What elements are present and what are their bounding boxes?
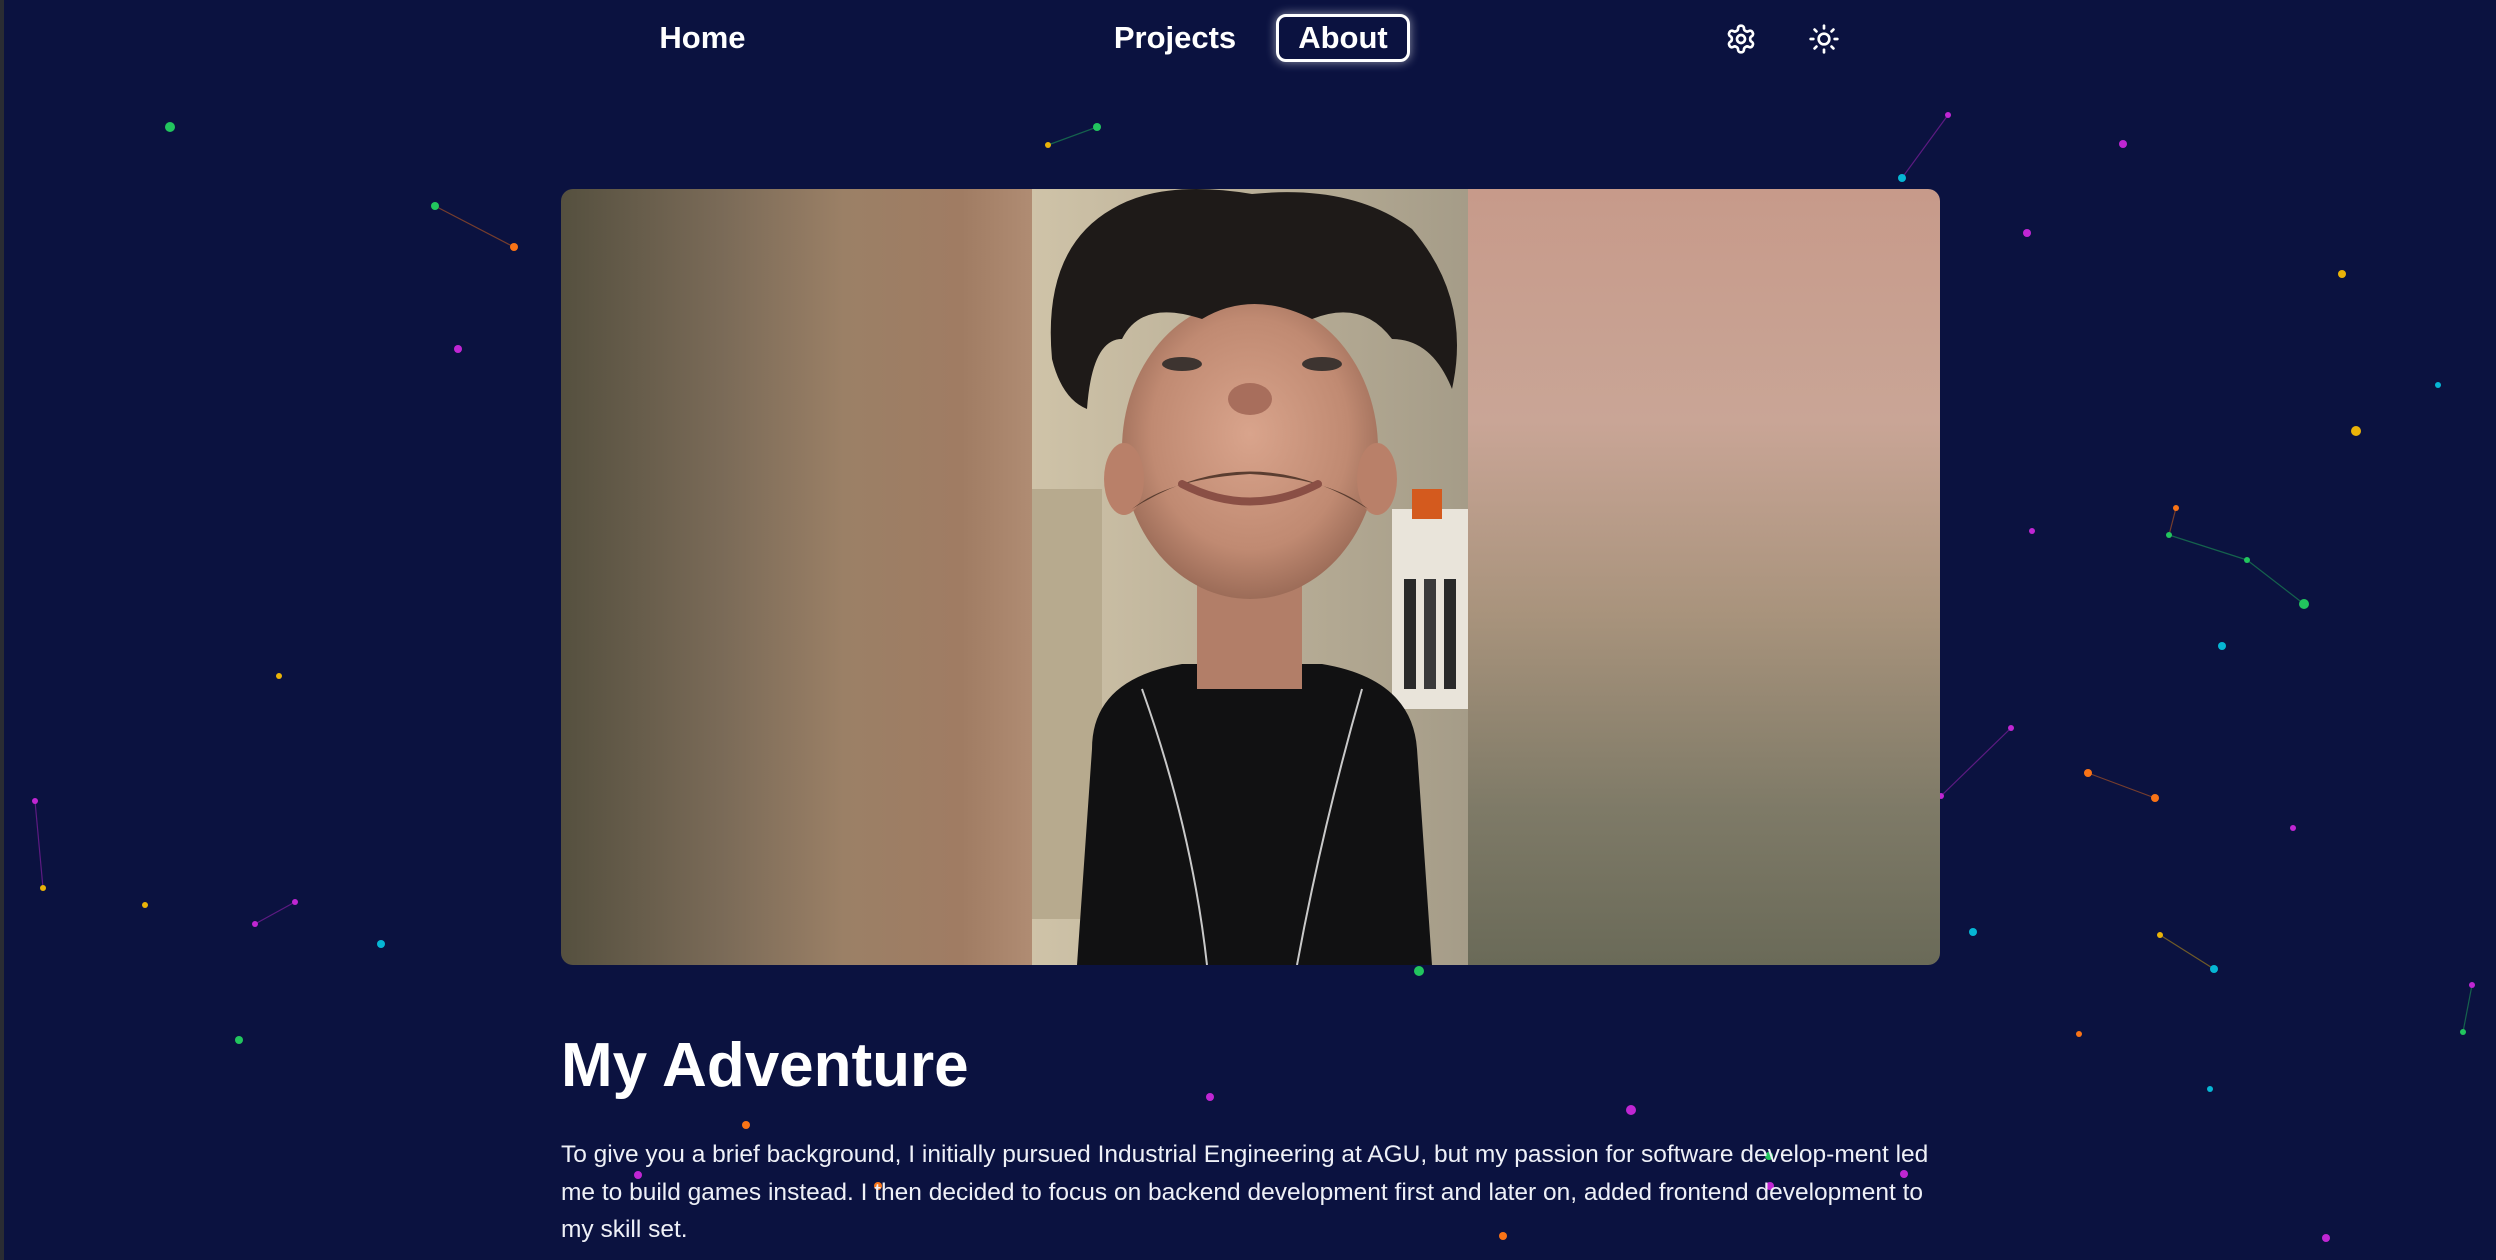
particle-dot xyxy=(32,798,38,804)
particle-dot xyxy=(1626,1105,1636,1115)
particle-link xyxy=(2246,559,2305,605)
particle-dot xyxy=(2244,557,2250,563)
particle-dot xyxy=(252,921,258,927)
particle-dot xyxy=(2469,982,2475,988)
gear-icon xyxy=(1727,24,1755,54)
top-navigation: Home Projects About xyxy=(0,0,2496,78)
particle-dot xyxy=(2351,426,2361,436)
particle-link xyxy=(254,901,296,925)
particle-dot xyxy=(1206,1093,1214,1101)
particle-dot xyxy=(2299,599,2309,609)
particle-link xyxy=(1901,114,1949,179)
particle-link xyxy=(434,205,515,248)
nav-home-link[interactable]: Home xyxy=(640,14,765,62)
particle-dot xyxy=(454,345,462,353)
particle-dot xyxy=(2210,965,2218,973)
particle-dot xyxy=(292,899,298,905)
particle-dot xyxy=(2207,1086,2213,1092)
particle-link xyxy=(1047,126,1098,146)
particle-dot xyxy=(2119,140,2127,148)
portrait-photo xyxy=(1032,189,1468,965)
particle-dot xyxy=(1414,966,1424,976)
particle-dot xyxy=(1969,928,1977,936)
particle-dot xyxy=(1898,174,1906,182)
theme-toggle-button[interactable] xyxy=(1800,16,1848,62)
particle-dot xyxy=(742,1121,750,1129)
particle-dot xyxy=(431,202,439,210)
particle-dot xyxy=(40,885,46,891)
nav-about-link[interactable]: About xyxy=(1276,14,1410,62)
hero-image xyxy=(561,189,1940,965)
particle-dot xyxy=(2166,532,2172,538)
particle-dot xyxy=(2322,1234,2330,1242)
particle-dot xyxy=(2151,794,2159,802)
particle-dot xyxy=(2460,1029,2466,1035)
particle-dot xyxy=(2084,769,2092,777)
particle-link xyxy=(1940,727,2012,797)
particle-dot xyxy=(235,1036,243,1044)
particle-link xyxy=(2159,934,2215,970)
particle-dot xyxy=(142,902,148,908)
particle-link xyxy=(2168,507,2177,536)
particle-dot xyxy=(1945,112,1951,118)
nav-projects-link[interactable]: Projects xyxy=(1100,14,1250,62)
particle-dot xyxy=(276,673,282,679)
settings-button[interactable] xyxy=(1717,16,1765,62)
particle-dot xyxy=(2023,229,2031,237)
hero-blur-left-panel xyxy=(561,189,1032,965)
particle-dot xyxy=(510,243,518,251)
particle-dot xyxy=(2435,382,2441,388)
particle-dot xyxy=(1093,123,1101,131)
particle-dot xyxy=(377,940,385,948)
particle-dot xyxy=(2338,270,2346,278)
particle-dot xyxy=(2173,505,2179,511)
particle-dot xyxy=(2218,642,2226,650)
particle-dot xyxy=(2290,825,2296,831)
particle-dot xyxy=(1045,142,1051,148)
particle-dot xyxy=(165,122,175,132)
particle-link xyxy=(34,800,44,889)
page-title: My Adventure xyxy=(561,1031,969,1100)
particle-link xyxy=(2087,772,2156,799)
particle-dot xyxy=(2076,1031,2082,1037)
particle-link xyxy=(2462,984,2473,1033)
particle-dot xyxy=(2008,725,2014,731)
hero-blur-right-panel xyxy=(1468,189,1940,965)
bio-paragraph: To give you a brief background, I initia… xyxy=(561,1141,1929,1243)
sun-icon xyxy=(1809,24,1839,54)
particle-dot xyxy=(2157,932,2163,938)
particle-link xyxy=(2168,534,2248,561)
particle-dot xyxy=(2029,528,2035,534)
